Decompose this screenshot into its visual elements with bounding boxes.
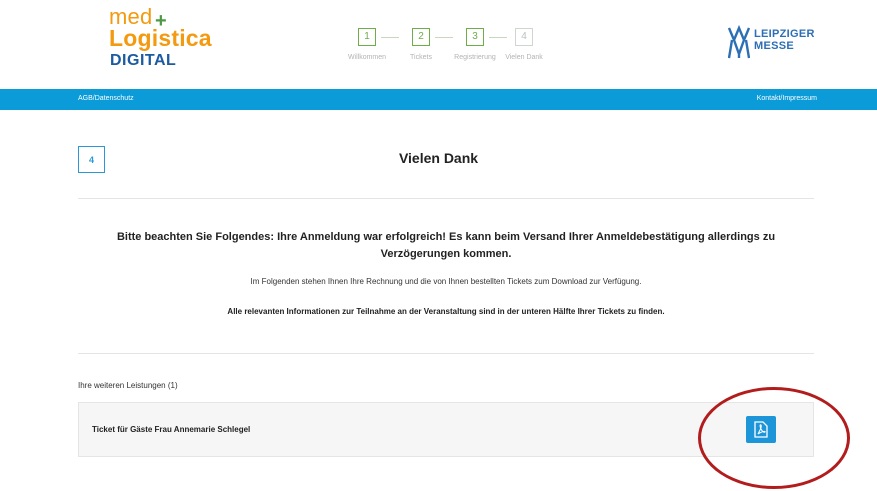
brand-line1: LEIPZIGER <box>754 28 815 40</box>
step-3-number: 3 <box>466 28 484 46</box>
divider <box>78 198 814 199</box>
step-connector <box>435 37 453 38</box>
step-4-number: 4 <box>515 28 533 46</box>
ticket-row: Ticket für Gäste Frau Annemarie Schlegel <box>78 402 814 457</box>
step-1-number: 1 <box>358 28 376 46</box>
step-3: 3 Registrierung <box>454 28 496 61</box>
success-notice: Bitte beachten Sie Folgendes: Ihre Anmel… <box>116 231 776 260</box>
step-2: 2 Tickets <box>410 28 432 61</box>
leipziger-messe-emblem-icon <box>727 24 751 59</box>
step-4: 4 Vielen Dank <box>505 28 543 61</box>
progress-steps: 1 Willkommen 2 Tickets 3 Registrierung 4… <box>335 28 565 68</box>
step-4-label: Vielen Dank <box>505 54 543 61</box>
step-connector <box>489 37 507 38</box>
page-title: Vielen Dank <box>398 150 479 166</box>
logo-line2: Logistica <box>109 25 212 51</box>
brand-text: LEIPZIGER MESSE <box>754 28 815 52</box>
step-1-label: Willkommen <box>347 54 387 61</box>
kontakt-impressum-link[interactable]: Kontakt/Impressum <box>757 95 817 102</box>
step-2-number: 2 <box>412 28 430 46</box>
step-3-label: Registrierung <box>454 54 496 61</box>
ticket-info: Alle relevanten Informationen zur Teilna… <box>227 307 665 316</box>
brand-line2: MESSE <box>754 40 795 52</box>
step-connector <box>381 37 399 38</box>
pdf-icon <box>754 421 768 438</box>
step-1: 1 Willkommen <box>348 28 386 61</box>
leipziger-messe-logo[interactable]: LEIPZIGER MESSE <box>727 24 828 64</box>
step-2-label: Tickets <box>410 54 432 61</box>
medlogistica-logo[interactable]: med + Logistica DIGITAL <box>109 4 212 69</box>
download-info: Im Folgenden stehen Ihnen Ihre Rechnung … <box>250 277 642 286</box>
header: med + Logistica DIGITAL 1 Willkommen 2 T… <box>0 0 877 88</box>
pdf-download-button[interactable] <box>746 416 776 443</box>
services-heading: Ihre weiteren Leistungen (1) <box>78 381 178 390</box>
divider <box>78 353 814 354</box>
ticket-name: Ticket für Gäste Frau Annemarie Schlegel <box>92 425 251 434</box>
logo-line3: DIGITAL <box>110 52 177 69</box>
top-nav-bar: AGB/Datenschutz Kontakt/Impressum <box>0 89 877 110</box>
agb-datenschutz-link[interactable]: AGB/Datenschutz <box>78 95 134 102</box>
